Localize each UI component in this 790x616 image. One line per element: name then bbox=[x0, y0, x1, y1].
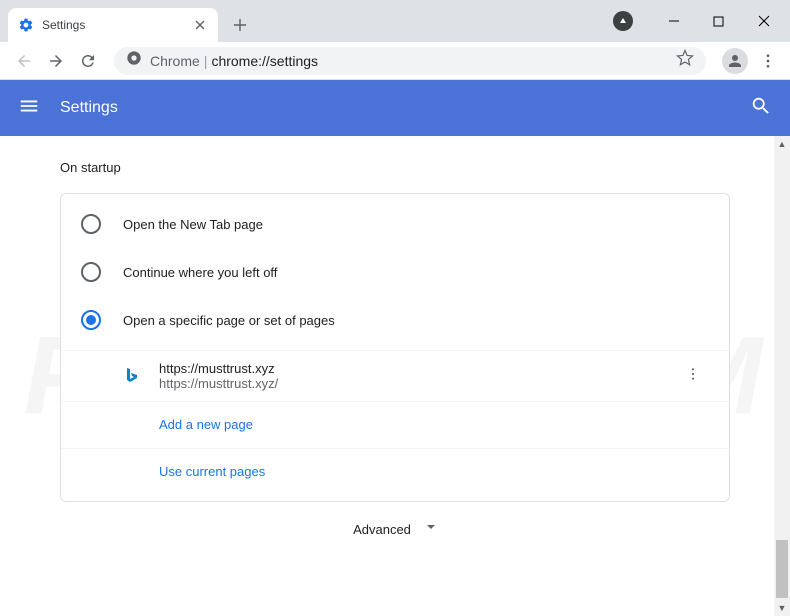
radio-icon bbox=[81, 214, 101, 234]
bookmark-star-icon[interactable] bbox=[676, 49, 694, 72]
browser-tab[interactable]: Settings bbox=[8, 8, 218, 42]
radio-option-continue[interactable]: Continue where you left off bbox=[61, 248, 729, 296]
window-titlebar: Settings bbox=[0, 0, 790, 42]
back-button[interactable] bbox=[10, 47, 38, 75]
search-icon[interactable] bbox=[750, 95, 772, 122]
radio-option-specific[interactable]: Open a specific page or set of pages bbox=[61, 296, 729, 344]
reload-button[interactable] bbox=[74, 47, 102, 75]
close-window-button[interactable] bbox=[741, 6, 786, 36]
profile-badge-icon[interactable] bbox=[613, 11, 633, 31]
omnibox-separator: | bbox=[204, 53, 208, 69]
hamburger-menu-icon[interactable] bbox=[18, 95, 40, 122]
advanced-toggle[interactable]: Advanced bbox=[60, 502, 730, 556]
section-title-startup: On startup bbox=[60, 160, 730, 175]
chrome-icon bbox=[126, 50, 142, 71]
chevron-down-icon bbox=[425, 520, 437, 538]
settings-page-title: Settings bbox=[60, 99, 118, 117]
new-tab-button[interactable] bbox=[226, 11, 254, 39]
radio-icon bbox=[81, 310, 101, 330]
settings-gear-icon bbox=[18, 17, 34, 33]
profile-avatar[interactable] bbox=[722, 48, 748, 74]
radio-label: Open a specific page or set of pages bbox=[123, 313, 335, 328]
omnibox-prefix: Chrome bbox=[150, 53, 200, 69]
page-entry-menu-icon[interactable] bbox=[677, 362, 709, 391]
bing-favicon-icon bbox=[123, 367, 141, 385]
browser-toolbar: Chrome | chrome://settings bbox=[0, 42, 790, 80]
radio-icon bbox=[81, 262, 101, 282]
startup-card: Open the New Tab page Continue where you… bbox=[60, 193, 730, 502]
window-controls bbox=[613, 0, 790, 42]
omnibox-url: chrome://settings bbox=[211, 53, 318, 69]
forward-button[interactable] bbox=[42, 47, 70, 75]
address-bar[interactable]: Chrome | chrome://settings bbox=[114, 47, 706, 75]
add-page-link[interactable]: Add a new page bbox=[159, 417, 253, 432]
close-tab-icon[interactable] bbox=[192, 17, 208, 33]
add-page-row[interactable]: Add a new page bbox=[61, 401, 729, 448]
radio-option-new-tab[interactable]: Open the New Tab page bbox=[61, 200, 729, 248]
scrollbar-down-icon[interactable]: ▼ bbox=[774, 600, 790, 616]
radio-label: Continue where you left off bbox=[123, 265, 277, 280]
radio-label: Open the New Tab page bbox=[123, 217, 263, 232]
page-entry-title: https://musttrust.xyz bbox=[159, 361, 677, 376]
tab-title: Settings bbox=[42, 18, 192, 32]
settings-header: Settings bbox=[0, 80, 790, 136]
use-current-row[interactable]: Use current pages bbox=[61, 448, 729, 495]
settings-content: PCRISK.COM On startup Open the New Tab p… bbox=[0, 136, 790, 616]
use-current-link[interactable]: Use current pages bbox=[159, 464, 265, 479]
startup-page-row: https://musttrust.xyz https://musttrust.… bbox=[61, 350, 729, 401]
browser-menu-button[interactable] bbox=[754, 47, 782, 75]
advanced-label: Advanced bbox=[353, 522, 411, 537]
minimize-button[interactable] bbox=[651, 6, 696, 36]
page-entry-url: https://musttrust.xyz/ bbox=[159, 376, 677, 391]
maximize-button[interactable] bbox=[696, 6, 741, 36]
